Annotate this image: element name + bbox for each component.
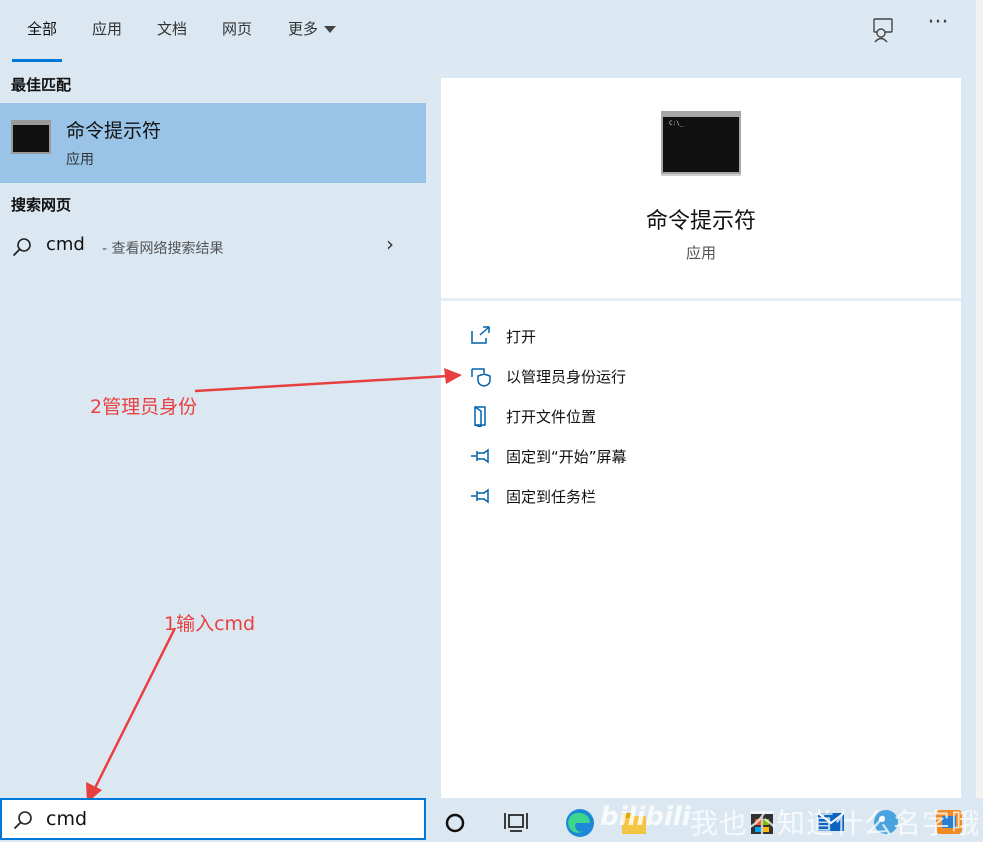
cortana-icon[interactable] [444, 812, 466, 834]
annotation-step2: 2管理员身份 [90, 396, 198, 418]
arrowhead-admin [444, 368, 462, 384]
task-view-icon[interactable] [504, 811, 528, 833]
search-input[interactable] [46, 806, 406, 832]
watermark-text: 我也不知道什么名字哦 [690, 807, 981, 840]
edge-browser-icon[interactable] [564, 807, 596, 839]
search-icon [13, 811, 32, 830]
annotation-arrows [86, 368, 462, 803]
search-bar[interactable] [0, 798, 426, 840]
arrow-to-search [92, 627, 177, 791]
bilibili-watermark-logo: bilibili [600, 802, 691, 832]
background-window-edge [976, 0, 983, 798]
annotation-step1: 1输入cmd [164, 613, 256, 635]
arrow-to-admin [194, 374, 449, 393]
